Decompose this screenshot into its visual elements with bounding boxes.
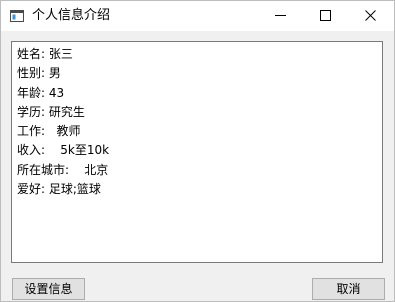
minimize-icon: [275, 15, 286, 16]
info-line-age: 年龄: 43: [17, 85, 65, 100]
close-button[interactable]: [348, 1, 393, 31]
info-line-job: 工作: 教师: [17, 124, 81, 139]
set-info-button[interactable]: 设置信息: [12, 278, 85, 300]
dialog-window: 个人信息介绍 姓名: 张三 性别: 男 年龄: 43 学历: 研究生 工作: 教…: [0, 0, 395, 302]
info-text-box[interactable]: 姓名: 张三 性别: 男 年龄: 43 学历: 研究生 工作: 教师 收入: 5…: [11, 41, 383, 263]
info-line-name: 姓名: 张三: [17, 47, 73, 61]
info-line-income: 收入: 5k至10k: [17, 143, 110, 158]
window-title: 个人信息介绍: [32, 8, 111, 23]
minimize-button[interactable]: [258, 1, 303, 31]
title-bar[interactable]: 个人信息介绍: [1, 1, 394, 31]
info-line-education: 学历: 研究生: [17, 104, 85, 119]
maximize-button[interactable]: [303, 1, 348, 31]
maximize-icon: [320, 10, 331, 21]
info-line-city: 所在城市: 北京: [17, 162, 109, 177]
info-line-gender: 性别: 男: [17, 66, 61, 81]
info-line-hobbies: 爱好: 足球;篮球: [17, 182, 101, 197]
window-app-icon: [10, 10, 24, 22]
cancel-button[interactable]: 取消: [312, 278, 385, 300]
close-icon: [365, 10, 376, 21]
